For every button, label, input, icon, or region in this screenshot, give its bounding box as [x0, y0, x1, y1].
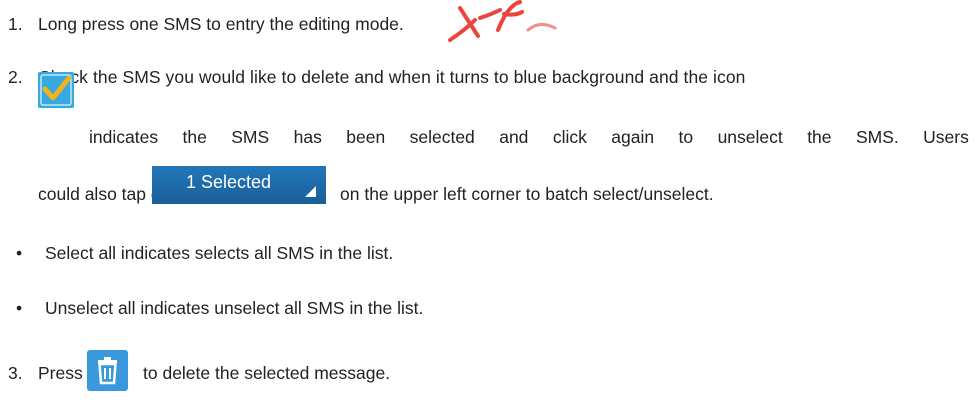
dropdown-triangle-icon [305, 186, 316, 197]
bullet-select-all: Select all indicates selects all SMS in … [45, 243, 394, 263]
step-2-line-2-word: SMS [231, 127, 270, 147]
step-2-line-2: indicates the SMS has been selected and click ag… [89, 127, 969, 148]
step-2-line-2-word: and [499, 127, 529, 147]
step-2-line-2-word: Users [923, 127, 969, 147]
bullet-unselect-all: Unselect all indicates unselect all SMS … [45, 298, 424, 318]
step-2-line-2-word: to [678, 127, 694, 147]
step-1-number: 1. [8, 14, 23, 34]
step-3-number: 3. [8, 363, 23, 383]
step-2-line-2-word: selected [409, 127, 475, 147]
step-2-line-2-word: SMS. [855, 127, 899, 147]
step-2-line-2-word: has [293, 127, 322, 147]
step-1-text: Long press one SMS to entry the editing … [38, 14, 404, 34]
checkmark-icon [38, 72, 74, 108]
selected-count-label: 1 Selected [186, 172, 272, 192]
step-2-line-2-word: unselect [717, 127, 783, 147]
step-1: 1. Long press one SMS to entry the editin… [8, 14, 404, 35]
step-2-line-2-word: been [346, 127, 386, 147]
step-2-line-2-word: indicates [89, 127, 159, 147]
bullet-glyph: • [16, 298, 23, 318]
bullet-glyph: • [16, 243, 23, 263]
trash-icon[interactable] [87, 350, 128, 391]
step-2-line-2-word: again [611, 127, 655, 147]
step-2-line-2-word: the [182, 127, 207, 147]
step-3-suffix: to delete the selected message. [143, 363, 391, 383]
selected-count-dropdown[interactable]: 1 Selected [152, 166, 326, 204]
step-3: 3. Press [8, 363, 83, 384]
step-2-line-3-prefix: could also tap on [38, 184, 171, 204]
step-2-line-2-word: the [807, 127, 832, 147]
watermark-stamp [420, 0, 590, 50]
step-2-line-1: Check the SMS you would like to delete a… [38, 67, 746, 87]
step-2: 2. Check the SMS you would like to delete… [8, 67, 969, 88]
step-2-line-2-word: click [552, 127, 587, 147]
step-2-line-3-suffix: on the upper left corner to batch select… [340, 184, 714, 204]
step-3-prefix: Press [38, 363, 83, 383]
step-2-number: 2. [8, 67, 23, 87]
